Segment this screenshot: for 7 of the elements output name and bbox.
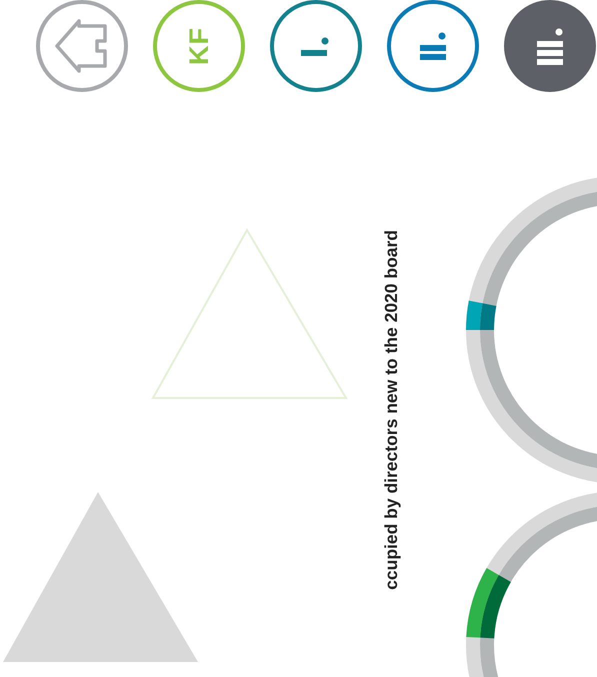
caption-text: ccupied by directors new to the 2020 board xyxy=(383,230,400,590)
kf-label: KF xyxy=(186,27,212,65)
menu-lines-icon xyxy=(301,36,331,56)
menu-lines-icon xyxy=(535,28,565,64)
menu-lines-icon xyxy=(418,32,448,60)
house-arrow-icon xyxy=(54,18,110,74)
nav-button[interactable]: KF xyxy=(153,0,245,92)
